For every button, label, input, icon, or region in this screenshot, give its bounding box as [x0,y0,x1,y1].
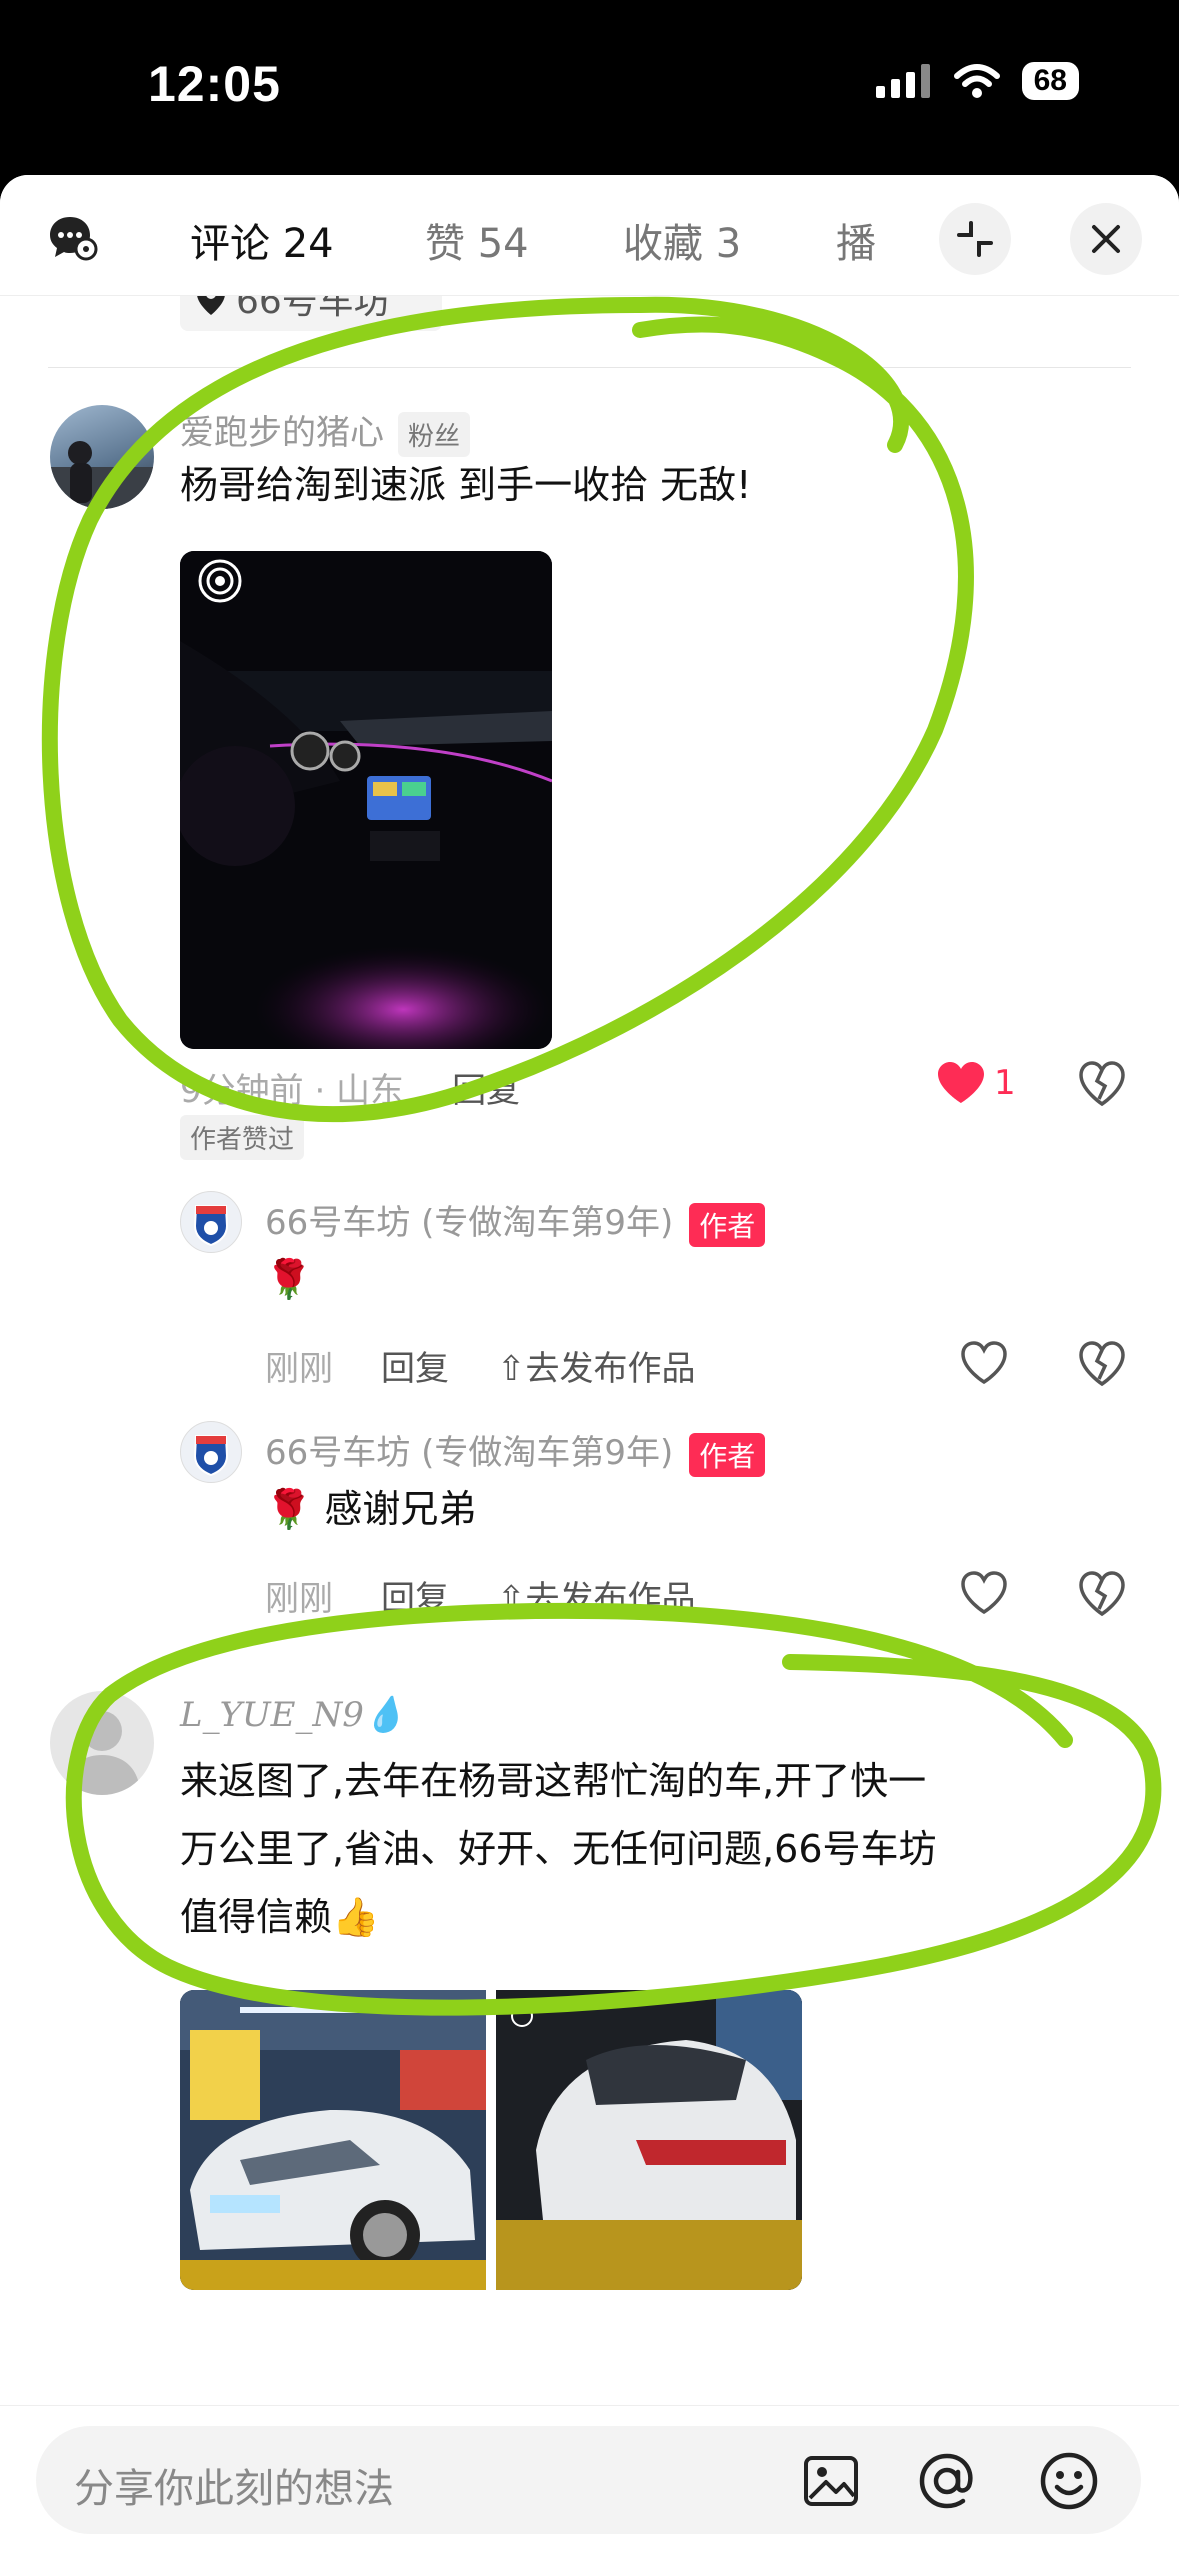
comment-meta: 9分钟前 · 山东 回复 [180,1063,520,1112]
reply-text: 🌹 感谢兄弟 [265,1475,476,1543]
reply-text-body: 感谢兄弟 [324,1487,477,1531]
comment-text: 来返图了,去年在杨哥这帮忙淘的车,开了快一 万公里了,省油、好开、无任何问题,6… [180,1747,937,1951]
tab-likes[interactable]: 赞 54 [425,211,529,269]
white-sedan-rear-image [496,1990,802,2290]
avatar[interactable] [50,1691,154,1795]
reply-button[interactable]: 回复 [381,1579,449,1619]
reply-text: 🌹 [265,1245,312,1313]
close-button[interactable] [1070,203,1142,275]
reply-button[interactable]: 回复 [381,1349,449,1389]
avatar-image [50,441,154,509]
status-bar: 12:05 68 [0,0,1179,175]
close-icon [1092,225,1120,253]
like-count: 1 [994,1063,1016,1103]
default-avatar-icon [64,1711,140,1795]
dislike-heart-icon[interactable] [1078,1061,1126,1107]
divider [48,367,1131,368]
battery-indicator: 68 [1021,62,1079,100]
heart-outline-icon[interactable] [960,1571,1008,1615]
comment-input-placeholder: 分享你此刻的想法 [74,2466,394,2512]
author-liked-badge: 作者赞过 [180,1115,305,1160]
status-icons: 68 [875,62,1079,100]
comment-input[interactable]: 分享你此刻的想法 [36,2426,1141,2534]
dislike-heart-icon[interactable] [1078,1341,1126,1387]
comment-line: 值得信赖👍 [180,1895,380,1939]
location-label: 66号车坊 [236,295,390,322]
reply-username-text: 66号车坊 (专做淘车第9年) [265,1203,674,1243]
comment-photo[interactable] [180,1990,486,2290]
comment-username[interactable]: 爱跑步的猪心 粉丝 [180,405,471,457]
car-interior-night-image [180,551,552,1049]
like-button[interactable]: 1 [936,1061,1016,1105]
tab-plays[interactable]: 播 [836,211,876,269]
reply-meta: 刚刚 回复 ⇧去发布作品 [265,1341,696,1390]
mention-at-icon[interactable] [916,2450,978,2512]
comments-tabbar: 评论 24 赞 54 收藏 3 播 [0,175,1179,296]
collapse-button[interactable] [939,203,1011,275]
comment-input-bar: 分享你此刻的想法 [0,2405,1179,2556]
comment-username[interactable]: L_YUE_N9💧 [180,1695,406,1735]
publish-work-label: 去发布作品 [525,1349,696,1389]
private-message-icon[interactable] [48,215,98,261]
username-text: L_YUE_N9 [180,1695,364,1735]
heart-outline-icon[interactable] [960,1341,1008,1385]
status-time: 12:05 [148,56,281,112]
publish-work-link[interactable]: ⇧去发布作品 [497,1349,696,1389]
reply-username-text: 66号车坊 (专做淘车第9年) [265,1433,674,1473]
comment-text: 杨哥给淘到速派 到手一收拾 无敌! [180,463,752,507]
reply-username[interactable]: 66号车坊 (专做淘车第9年) 作者 [265,1195,766,1247]
comment-time-location: 9分钟前 · 山东 [180,1071,405,1111]
username-text: 爱跑步的猪心 [180,413,384,453]
author-avatar[interactable] [180,1191,242,1253]
author-badge: 作者 [689,1432,766,1477]
publish-work-link[interactable]: ⇧去发布作品 [497,1579,696,1619]
author-badge: 作者 [689,1202,766,1247]
droplet-emoji: 💧 [363,1695,407,1735]
comment-photo[interactable] [180,551,552,1049]
route66-logo-icon [193,1435,229,1477]
comments-sheet: 评论 24 赞 54 收藏 3 播 66号车坊 爱跑步的猪心 粉丝 杨哥给淘到速… [0,175,1179,2556]
avatar[interactable] [50,405,154,509]
comment-photo[interactable] [496,1990,802,2290]
emoji-face-icon[interactable] [1038,2450,1100,2512]
white-sedan-front-image [180,1990,486,2290]
comment-list[interactable]: 66号车坊 爱跑步的猪心 粉丝 杨哥给淘到速派 到手一收拾 无敌! 9分钟前 ·… [0,295,1179,2405]
rose-emoji: 🌹 [265,1257,313,1301]
collapse-icon [957,221,993,257]
route66-logo-icon [193,1205,229,1247]
comment-line: 万公里了,省油、好开、无任何问题,66号车坊 [180,1827,937,1871]
tab-favorites[interactable]: 收藏 3 [623,211,741,269]
reply-username[interactable]: 66号车坊 (专做淘车第9年) 作者 [265,1425,766,1477]
location-chip[interactable]: 66号车坊 [180,295,442,331]
reply-meta: 刚刚 回复 ⇧去发布作品 [265,1571,696,1620]
rose-emoji: 🌹 [265,1487,313,1531]
heart-filled-icon [938,1062,984,1103]
wifi-icon [953,64,1000,98]
comment-line: 来返图了,去年在杨哥这帮忙淘的车,开了快一 [180,1759,927,1803]
publish-work-label: 去发布作品 [525,1579,696,1619]
reply-time: 刚刚 [265,1579,333,1619]
author-avatar[interactable] [180,1421,242,1483]
tab-comments[interactable]: 评论 24 [190,211,334,269]
image-picker-icon[interactable] [802,2452,860,2510]
cellular-signal-icon [875,64,930,98]
reply-time: 刚刚 [265,1349,333,1389]
location-pin-icon [197,295,225,315]
dislike-heart-icon[interactable] [1078,1571,1126,1617]
reply-button[interactable]: 回复 [452,1071,520,1111]
